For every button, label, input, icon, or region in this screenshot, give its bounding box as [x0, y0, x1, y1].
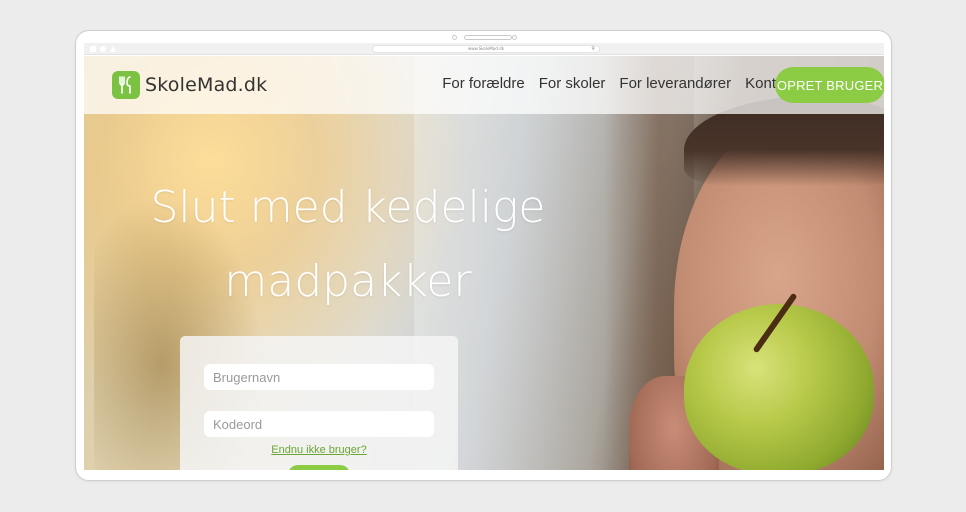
login-panel: Endnu ikke bruger? [180, 336, 458, 470]
username-input[interactable] [204, 364, 434, 390]
hero-headline: Slut med kedelige madpakker [118, 171, 578, 319]
hero-apple [684, 304, 874, 470]
main-nav: For forældre For skoler For leverandører… [442, 75, 796, 92]
browser-chrome: www.SkoleMad.dk ⚲ [84, 43, 884, 55]
logo-text: SkoleMad.dk [145, 74, 268, 96]
site-logo[interactable]: SkoleMad.dk [112, 71, 267, 99]
window-triangle-icon[interactable] [110, 46, 116, 52]
search-icon[interactable]: ⚲ [591, 46, 595, 52]
nav-link-schools[interactable]: For skoler [539, 75, 606, 92]
fork-spoon-icon [112, 71, 140, 99]
camera-icon [452, 35, 457, 40]
password-input[interactable] [204, 411, 434, 437]
signup-link[interactable]: Endnu ikke bruger? [180, 444, 458, 456]
sensor-icon [512, 35, 517, 40]
site-navbar: SkoleMad.dk For forældre For skoler For … [84, 56, 884, 114]
address-bar[interactable]: www.SkoleMad.dk ⚲ [372, 45, 600, 53]
device-frame: www.SkoleMad.dk ⚲ SkoleMad.dk For foræld… [75, 30, 892, 481]
window-circle-icon[interactable] [100, 46, 106, 52]
hero-headline-line1: Slut med kedelige [150, 182, 546, 233]
page-viewport: SkoleMad.dk For forældre For skoler For … [84, 56, 884, 470]
hero-headline-line2: madpakker [224, 256, 472, 307]
login-button[interactable] [288, 465, 350, 470]
address-url: www.SkoleMad.dk [467, 46, 505, 51]
speaker-grille [464, 35, 512, 40]
create-user-button[interactable]: OPRET BRUGER [775, 67, 884, 103]
nav-link-parents[interactable]: For forældre [442, 75, 525, 92]
window-square-icon[interactable] [90, 46, 96, 52]
nav-link-suppliers[interactable]: For leverandører [619, 75, 731, 92]
